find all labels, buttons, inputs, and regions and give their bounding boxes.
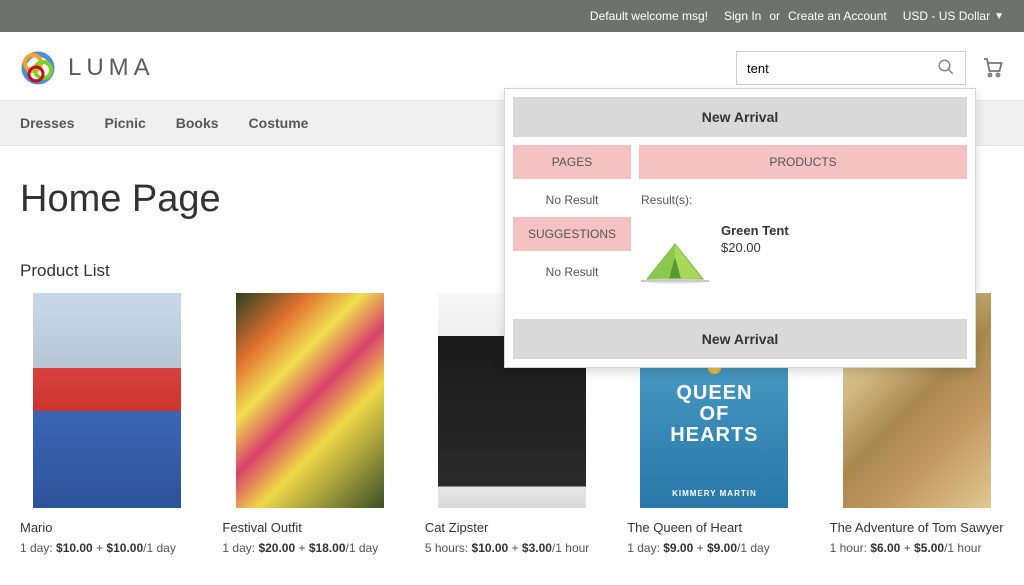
create-account-link[interactable]: Create an Account bbox=[788, 9, 887, 23]
currency-label: USD - US Dollar bbox=[903, 9, 990, 23]
product-name: Festival Outfit bbox=[222, 520, 396, 535]
search-dropdown: New Arrival PAGES No Result SUGGESTIONS … bbox=[504, 88, 976, 368]
nav-books[interactable]: Books bbox=[176, 101, 219, 145]
product-name: Mario bbox=[20, 520, 194, 535]
results-label: Result(s): bbox=[639, 187, 967, 217]
logo-icon bbox=[20, 50, 56, 86]
logo-text: LUMA bbox=[68, 54, 155, 82]
product-thumbnail bbox=[236, 293, 384, 508]
product-price: 1 day: $9.00 + $9.00/1 day bbox=[627, 541, 801, 555]
pages-result: No Result bbox=[513, 187, 631, 217]
product-price: 1 day: $10.00 + $10.00/1 day bbox=[20, 541, 194, 555]
product-price: 5 hours: $10.00 + $3.00/1 hour bbox=[425, 541, 599, 555]
nav-picnic[interactable]: Picnic bbox=[105, 101, 146, 145]
result-thumbnail bbox=[639, 223, 711, 295]
suggestions-result: No Result bbox=[513, 259, 631, 289]
suggestions-heading: SUGGESTIONS bbox=[513, 217, 631, 251]
logo[interactable]: LUMA bbox=[20, 50, 155, 86]
product-card[interactable]: Mario 1 day: $10.00 + $10.00/1 day bbox=[20, 293, 194, 555]
products-heading: PRODUCTS bbox=[639, 145, 967, 179]
search-icon[interactable] bbox=[937, 58, 955, 79]
product-price: 1 hour: $6.00 + $5.00/1 hour bbox=[830, 541, 1004, 555]
nav-costume[interactable]: Costume bbox=[249, 101, 309, 145]
currency-selector[interactable]: USD - US Dollar ▼ bbox=[903, 9, 1004, 23]
result-name: Green Tent bbox=[721, 223, 789, 238]
nav-dresses[interactable]: Dresses bbox=[20, 101, 75, 145]
product-name: The Adventure of Tom Sawyer bbox=[830, 520, 1004, 535]
chevron-down-icon: ▼ bbox=[994, 11, 1004, 22]
search-input[interactable] bbox=[747, 61, 937, 76]
result-price: $20.00 bbox=[721, 240, 789, 255]
dropdown-banner-bottom[interactable]: New Arrival bbox=[513, 319, 967, 359]
cart-icon[interactable] bbox=[980, 55, 1004, 82]
search-result-item[interactable]: Green Tent $20.00 bbox=[639, 217, 967, 301]
dropdown-banner-top[interactable]: New Arrival bbox=[513, 97, 967, 137]
welcome-msg: Default welcome msg! bbox=[590, 9, 708, 23]
sign-in-link[interactable]: Sign In bbox=[724, 9, 761, 23]
product-name: Cat Zipster bbox=[425, 520, 599, 535]
top-bar: Default welcome msg! Sign In or Create a… bbox=[0, 0, 1024, 32]
separator: or bbox=[769, 9, 780, 23]
pages-heading: PAGES bbox=[513, 145, 631, 179]
search-box bbox=[736, 51, 966, 85]
product-card[interactable]: Festival Outfit 1 day: $20.00 + $18.00/1 … bbox=[222, 293, 396, 555]
product-thumbnail bbox=[33, 293, 181, 508]
product-price: 1 day: $20.00 + $18.00/1 day bbox=[222, 541, 396, 555]
product-name: The Queen of Heart bbox=[627, 520, 801, 535]
